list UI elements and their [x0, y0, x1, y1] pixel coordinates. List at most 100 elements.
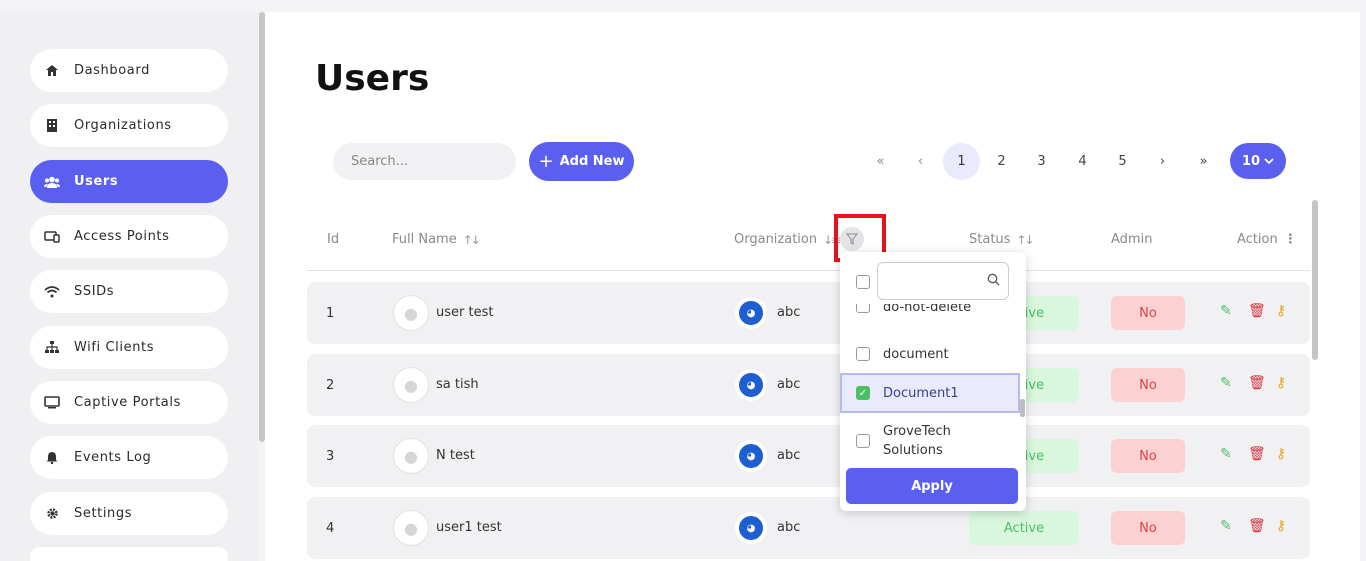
header-full-name[interactable]: Full Name ↑↓ [392, 232, 481, 247]
pagination-page-4[interactable]: 4 [1064, 143, 1101, 180]
option-checkbox[interactable] [856, 304, 870, 313]
key-icon[interactable]: ⚷ [1276, 446, 1286, 462]
sidebar-item-access-points[interactable]: Access Points [30, 215, 228, 258]
sidebar: Dashboard Organizations Users Access Poi… [0, 12, 258, 561]
cell-full-name: N test [436, 448, 475, 463]
sidebar-item-label: Wifi Clients [74, 340, 155, 355]
sidebar-item-partial[interactable] [30, 547, 228, 561]
add-new-button[interactable]: + Add New [529, 142, 634, 181]
header-action-label: Action [1237, 232, 1278, 247]
users-icon [44, 174, 60, 190]
header-status[interactable]: Status ↑↓ [969, 232, 1035, 247]
pagination-last-button[interactable]: » [1185, 143, 1222, 180]
select-all-checkbox[interactable] [856, 275, 870, 289]
sidebar-item-users[interactable]: Users [30, 160, 228, 203]
pagination-page-5[interactable]: 5 [1104, 143, 1141, 180]
org-logo-icon: ◕ [735, 297, 767, 329]
search-input[interactable] [333, 143, 516, 180]
search-icon [987, 273, 1000, 290]
sidebar-item-events-log[interactable]: Events Log [30, 436, 228, 479]
filter-option-selected[interactable]: ✓ Document1 [840, 373, 1020, 413]
edit-icon[interactable]: ✎ [1220, 446, 1232, 462]
delete-icon[interactable]: 🗑 [1248, 375, 1266, 391]
table-row[interactable]: 3 ● N test ◕ abc Active No ✎ 🗑 ⚷ [307, 425, 1310, 487]
sidebar-item-captive-portals[interactable]: Captive Portals [30, 381, 228, 424]
table-row[interactable]: 1 ● user test ◕ abc Active No ✎ 🗑 ⚷ [307, 282, 1310, 344]
add-new-label: Add New [559, 154, 625, 169]
sidebar-item-organizations[interactable]: Organizations [30, 104, 228, 147]
wifi-icon [44, 284, 60, 300]
table-scrollbar[interactable] [1312, 200, 1318, 360]
building-icon [44, 118, 60, 134]
cell-full-name: sa tish [436, 377, 479, 392]
gear-icon [44, 506, 60, 522]
delete-icon[interactable]: 🗑 [1248, 518, 1266, 534]
edit-icon[interactable]: ✎ [1220, 518, 1232, 534]
pagination-page-3[interactable]: 3 [1023, 143, 1060, 180]
pagination-first-button[interactable]: « [862, 143, 899, 180]
top-bar [0, 0, 1366, 12]
sidebar-item-settings[interactable]: Settings [30, 492, 228, 535]
sidebar-item-dashboard[interactable]: Dashboard [30, 49, 228, 92]
header-admin-label: Admin [1111, 232, 1153, 247]
filter-search-input[interactable] [877, 262, 1009, 300]
header-action[interactable]: Action ⋮ [1237, 232, 1297, 247]
filter-option[interactable]: GroveTech Solutions [840, 419, 1020, 462]
option-label: do-not-delete [883, 304, 972, 315]
sidebar-item-label: Settings [74, 506, 133, 521]
org-logo-icon: ◕ [735, 369, 767, 401]
filter-list-scrollbar[interactable] [1020, 399, 1025, 417]
sidebar-item-label: Users [74, 174, 119, 189]
cell-id: 2 [326, 378, 335, 393]
key-icon[interactable]: ⚷ [1276, 303, 1286, 319]
more-vertical-icon[interactable]: ⋮ [1284, 232, 1297, 247]
admin-badge: No [1111, 296, 1185, 330]
delete-icon[interactable]: 🗑 [1248, 303, 1266, 319]
sort-icon[interactable]: ↑↓ [1016, 233, 1034, 247]
header-status-label: Status [969, 232, 1011, 247]
option-checkbox[interactable] [856, 434, 870, 448]
table-row[interactable]: 4 ● user1 test ◕ abc Active No ✎ 🗑 ⚷ [307, 497, 1310, 559]
check-icon[interactable]: ✓ [856, 386, 870, 400]
cell-organization: abc [777, 377, 801, 392]
pagination-prev-button[interactable]: ‹ [902, 143, 939, 180]
pagination-page-2[interactable]: 2 [983, 143, 1020, 180]
table-row[interactable]: 2 ● sa tish ◕ abc Active No ✎ 🗑 ⚷ [307, 354, 1310, 416]
cell-organization: abc [777, 520, 801, 535]
header-organization[interactable]: Organization ↓≡ [734, 232, 841, 247]
sidebar-item-label: Organizations [74, 118, 172, 133]
apply-button[interactable]: Apply [846, 468, 1018, 504]
avatar-icon: ● [393, 438, 429, 474]
avatar-icon: ● [393, 295, 429, 331]
plus-icon: + [538, 151, 554, 172]
sort-icon[interactable]: ↑↓ [463, 233, 481, 247]
filter-option[interactable]: do-not-delete [840, 304, 1020, 318]
monitor-icon [44, 395, 60, 411]
page-size-select[interactable]: 10 [1230, 143, 1286, 179]
cell-organization: abc [777, 448, 801, 463]
edit-icon[interactable]: ✎ [1220, 375, 1232, 391]
sidebar-item-label: Captive Portals [74, 395, 181, 410]
avatar-icon: ● [393, 510, 429, 546]
pagination-page-1[interactable]: 1 [943, 143, 980, 180]
cell-full-name: user test [436, 305, 494, 320]
option-checkbox[interactable] [856, 347, 870, 361]
key-icon[interactable]: ⚷ [1276, 375, 1286, 391]
cell-id: 3 [326, 449, 335, 464]
sidebar-item-wifi-clients[interactable]: Wifi Clients [30, 326, 228, 369]
org-logo-icon: ◕ [735, 512, 767, 544]
pagination-next-button[interactable]: › [1144, 143, 1181, 180]
filter-option[interactable]: document [840, 336, 1020, 372]
header-full-name-label: Full Name [392, 232, 457, 247]
home-icon [44, 63, 60, 79]
sidebar-item-label: SSIDs [74, 284, 115, 299]
sidebar-item-label: Events Log [74, 450, 152, 465]
header-id-label: Id [327, 232, 340, 247]
edit-icon[interactable]: ✎ [1220, 303, 1232, 319]
option-label: GroveTech Solutions [883, 424, 951, 458]
page-size-value: 10 [1241, 153, 1261, 169]
delete-icon[interactable]: 🗑 [1248, 446, 1266, 462]
devices-icon [44, 229, 60, 245]
sidebar-item-ssids[interactable]: SSIDs [30, 270, 228, 313]
key-icon[interactable]: ⚷ [1276, 518, 1286, 534]
